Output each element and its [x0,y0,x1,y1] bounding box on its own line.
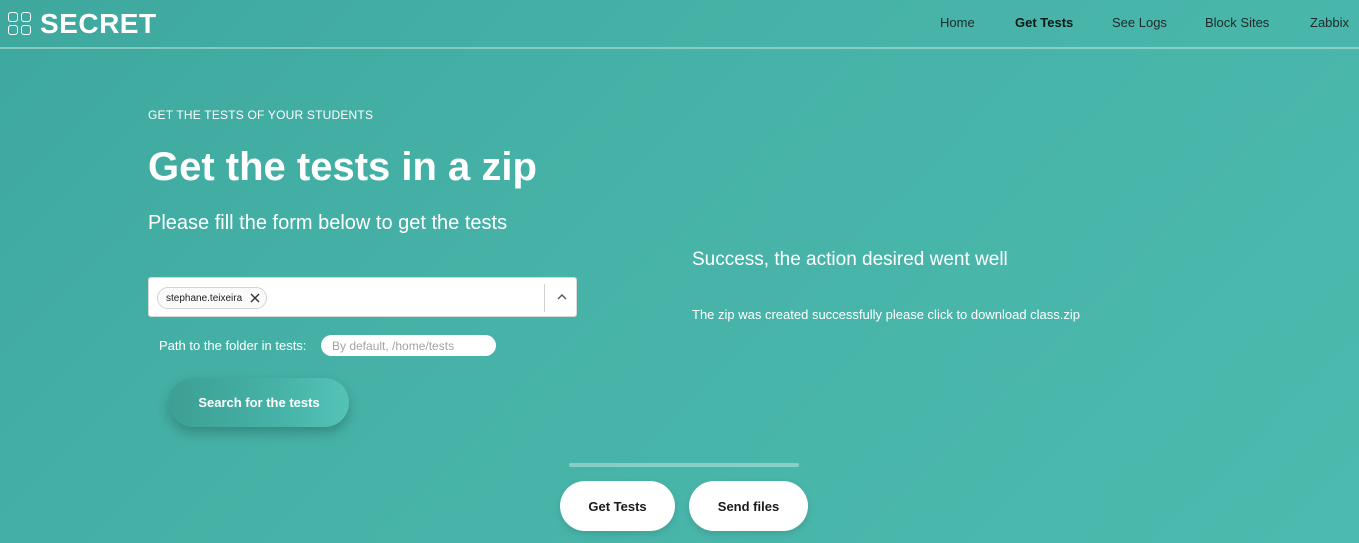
nav-item-get-tests[interactable]: Get Tests [1015,15,1073,30]
success-message: The zip was created successfully please … [692,307,1081,322]
progress-track [569,463,799,467]
chevron-up-icon [557,289,567,307]
page-subtitle: Please fill the form below to get the te… [148,212,508,234]
path-input[interactable] [321,335,496,356]
path-label: Path to the folder in tests: [159,338,307,353]
send-files-button[interactable]: Send files [689,481,808,531]
nav-links: Home Get Tests See Logs Block Sites Zabb… [0,15,1359,35]
get-tests-button[interactable]: Get Tests [560,481,675,531]
search-tests-button[interactable]: Search for the tests [169,378,349,427]
success-title: Success, the action desired went well [692,249,1008,270]
nav-item-block-sites[interactable]: Block Sites [1205,15,1269,30]
selected-student-chip: stephane.teixeira [157,287,268,309]
section-eyebrow: GET THE TESTS OF YOUR STUDENTS [148,108,374,122]
page-title: Get the tests in a zip [148,145,537,189]
nav-item-zabbix[interactable]: Zabbix [1310,15,1349,30]
chip-label: stephane.teixeira [166,292,243,304]
nav-item-home[interactable]: Home [940,15,975,30]
nav-item-see-logs[interactable]: See Logs [1112,15,1167,30]
student-multiselect[interactable]: stephane.teixeira [148,277,577,317]
close-icon[interactable] [250,291,260,305]
top-navbar: SECRET Home Get Tests See Logs Block Sit… [0,0,1359,49]
select-toggle-button[interactable] [545,278,578,318]
